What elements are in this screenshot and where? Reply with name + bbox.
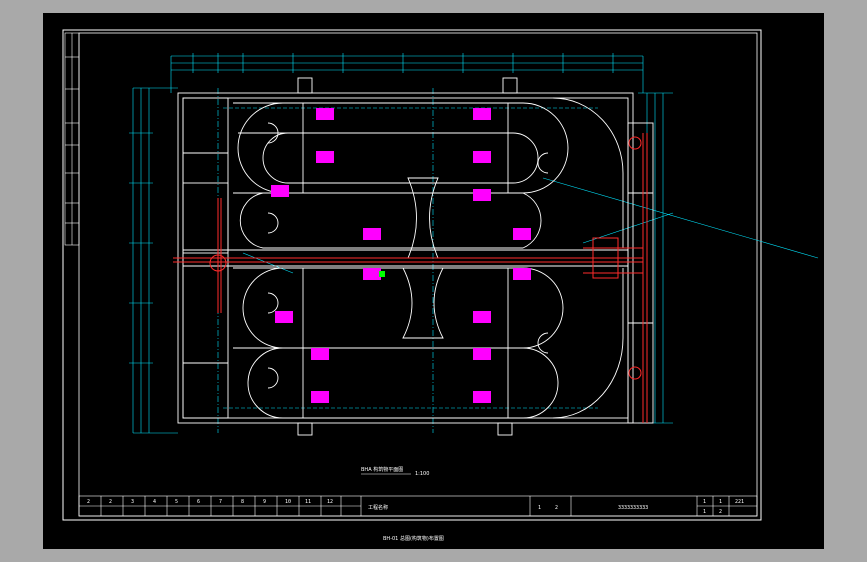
drawing-frame-outer	[62, 29, 762, 521]
svg-text:5: 5	[175, 499, 178, 505]
svg-text:8: 8	[241, 499, 244, 505]
plan-title: BHA 构筑物平面图	[361, 466, 403, 473]
svg-text:7: 7	[219, 499, 222, 505]
plan-scale: 1:100	[415, 471, 429, 477]
drawing-number: 3333333333	[618, 505, 648, 511]
drawing-caption: BH-01 总图(构筑物)布置图	[383, 535, 444, 542]
svg-text:1: 1	[703, 499, 706, 505]
tank-structure	[177, 77, 654, 436]
svg-text:9: 9	[263, 499, 266, 505]
svg-text:1: 1	[719, 499, 722, 505]
svg-text:3: 3	[131, 499, 134, 505]
aerator-units	[271, 108, 531, 403]
svg-text:1: 1	[538, 505, 541, 511]
selection-marker[interactable]	[379, 271, 385, 277]
drawing-canvas[interactable]: BHA 构筑物平面图 1:100 2 2 3 4 5 6 7 8 9 10 11…	[43, 13, 824, 549]
project-name: 工程名称	[368, 504, 388, 511]
svg-text:2: 2	[109, 499, 112, 505]
title-block	[78, 495, 758, 517]
svg-text:221: 221	[735, 499, 744, 505]
svg-text:10: 10	[285, 499, 291, 505]
svg-text:12: 12	[327, 499, 333, 505]
svg-text:6: 6	[197, 499, 200, 505]
svg-text:1: 1	[703, 509, 706, 515]
svg-text:2: 2	[555, 505, 558, 511]
svg-text:2: 2	[719, 509, 722, 515]
title-block-cells: 2 2 3 4 5 6 7 8 9 10 11 12 工程名称 1 2 3333…	[87, 499, 744, 515]
svg-text:2: 2	[87, 499, 90, 505]
drawing-svg: BHA 构筑物平面图 1:100 2 2 3 4 5 6 7 8 9 10 11…	[62, 29, 819, 542]
svg-text:4: 4	[153, 499, 156, 505]
cad-viewport: BHA 构筑物平面图 1:100 2 2 3 4 5 6 7 8 9 10 11…	[0, 0, 867, 562]
left-margin-table	[64, 32, 80, 246]
svg-text:11: 11	[305, 499, 311, 505]
pipework	[173, 133, 648, 423]
